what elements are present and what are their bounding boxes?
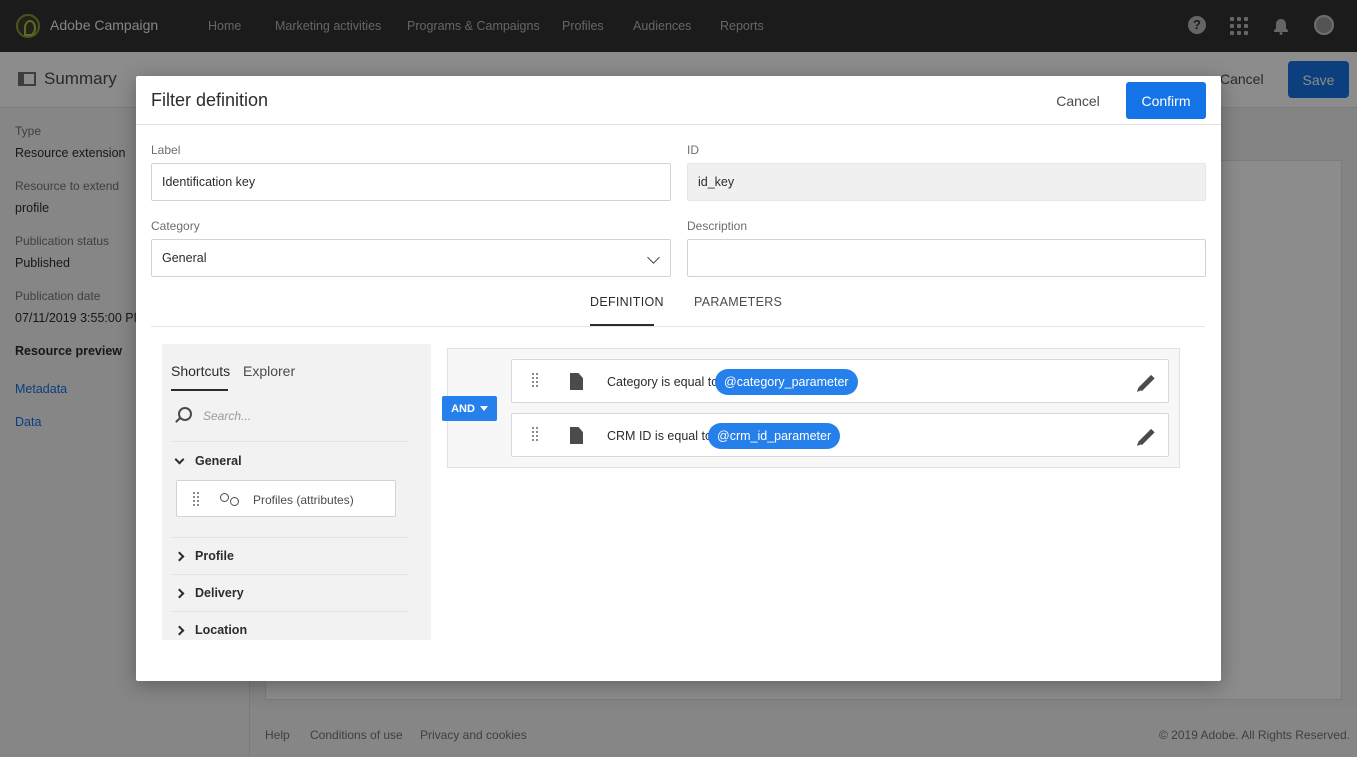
- and-operator-button[interactable]: AND: [442, 396, 497, 421]
- document-icon: [570, 373, 583, 390]
- group-delivery-label: Delivery: [195, 586, 244, 600]
- divider: [171, 611, 409, 612]
- chevron-right-icon: [174, 588, 185, 598]
- chevron-down-icon: [647, 251, 660, 264]
- tab-parameters[interactable]: PARAMETERS: [694, 295, 782, 309]
- edit-pencil-icon[interactable]: [1138, 428, 1155, 446]
- category-field-label: Category: [151, 219, 200, 233]
- category-select[interactable]: General: [151, 239, 671, 277]
- group-general-label: General: [195, 454, 242, 468]
- palette-search-input[interactable]: Search...: [203, 409, 251, 423]
- group-profile-label: Profile: [195, 549, 234, 563]
- filter-definition-dialog: Filter definition Cancel Confirm Label I…: [136, 76, 1221, 681]
- group-general[interactable]: General: [174, 454, 242, 468]
- id-field-label: ID: [687, 143, 699, 157]
- group-delivery[interactable]: Delivery: [174, 586, 244, 600]
- label-field-label: Label: [151, 143, 181, 157]
- edit-pencil-icon[interactable]: [1138, 374, 1155, 392]
- divider: [171, 574, 409, 575]
- divider: [171, 537, 409, 538]
- palette-item-label: Profiles (attributes): [253, 493, 354, 507]
- palette-item-profiles-attributes[interactable]: Profiles (attributes): [176, 480, 396, 517]
- drag-handle-icon[interactable]: [193, 492, 199, 506]
- palette-active-tab-indicator: [171, 389, 228, 391]
- shortcuts-palette: Shortcuts Explorer Search... General Pro…: [162, 344, 431, 640]
- palette-tab-shortcuts[interactable]: Shortcuts: [171, 363, 230, 379]
- condition-text: CRM ID is equal to: [607, 429, 712, 443]
- divider: [171, 441, 409, 442]
- dialog-header: Filter definition Cancel Confirm: [136, 76, 1221, 125]
- palette-tab-explorer[interactable]: Explorer: [243, 363, 295, 379]
- id-input: id_key: [687, 163, 1206, 201]
- condition-row[interactable]: CRM ID is equal to @crm_id_parameter: [511, 413, 1169, 457]
- group-profile[interactable]: Profile: [174, 549, 234, 563]
- parameter-pill[interactable]: @category_parameter: [715, 369, 858, 395]
- tabs-divider: [151, 326, 1205, 327]
- dialog-title: Filter definition: [151, 90, 269, 110]
- confirm-button[interactable]: Confirm: [1126, 82, 1206, 119]
- label-input[interactable]: Identification key: [151, 163, 671, 201]
- search-icon: [178, 407, 192, 421]
- document-icon: [570, 427, 583, 444]
- description-input[interactable]: [687, 239, 1206, 277]
- cancel-button[interactable]: Cancel: [1043, 82, 1113, 119]
- description-field-label: Description: [687, 219, 748, 233]
- link-icon: [220, 493, 240, 506]
- chevron-down-icon: [174, 454, 185, 464]
- group-location-label: Location: [195, 623, 248, 637]
- group-location[interactable]: Location: [174, 623, 248, 637]
- category-select-value: General: [162, 251, 207, 265]
- condition-text: Category is equal to: [607, 375, 719, 389]
- chevron-right-icon: [174, 551, 185, 561]
- parameter-pill[interactable]: @crm_id_parameter: [708, 423, 841, 449]
- drag-handle-icon[interactable]: [532, 427, 538, 441]
- condition-row[interactable]: Category is equal to @category_parameter: [511, 359, 1169, 403]
- chevron-right-icon: [174, 625, 185, 635]
- active-tab-indicator: [590, 324, 654, 326]
- tab-definition[interactable]: DEFINITION: [590, 295, 664, 309]
- caret-down-icon: [479, 406, 488, 411]
- drag-handle-icon[interactable]: [532, 373, 538, 387]
- operator-label: AND: [451, 402, 475, 415]
